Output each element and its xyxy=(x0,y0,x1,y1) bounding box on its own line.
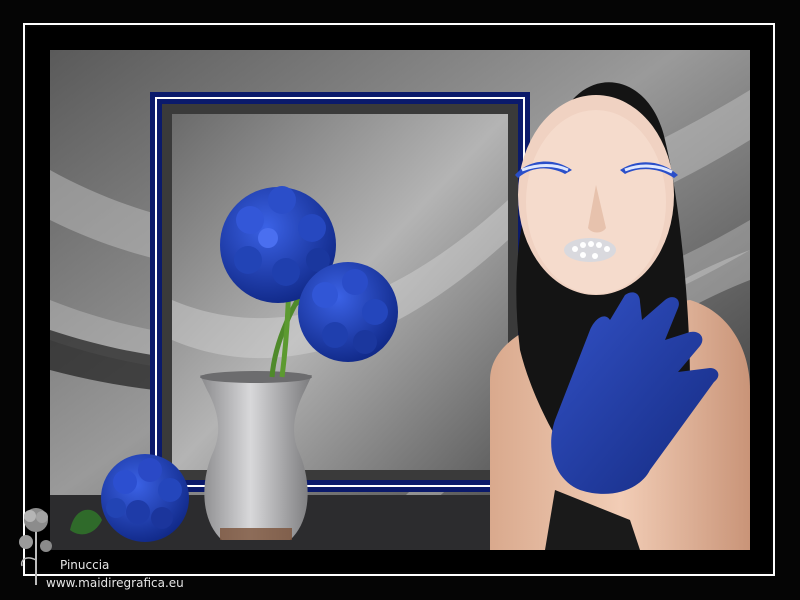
ceramic-vase xyxy=(200,371,312,540)
signature-name: Pinuccia xyxy=(60,558,110,572)
artist-signature: Pinuccia www.maidiregrafica.eu xyxy=(16,500,206,595)
rose-watermark-icon xyxy=(19,508,52,585)
artwork-scene xyxy=(50,50,750,550)
artwork-canvas xyxy=(50,50,750,550)
signature-url: www.maidiregrafica.eu xyxy=(46,576,184,590)
